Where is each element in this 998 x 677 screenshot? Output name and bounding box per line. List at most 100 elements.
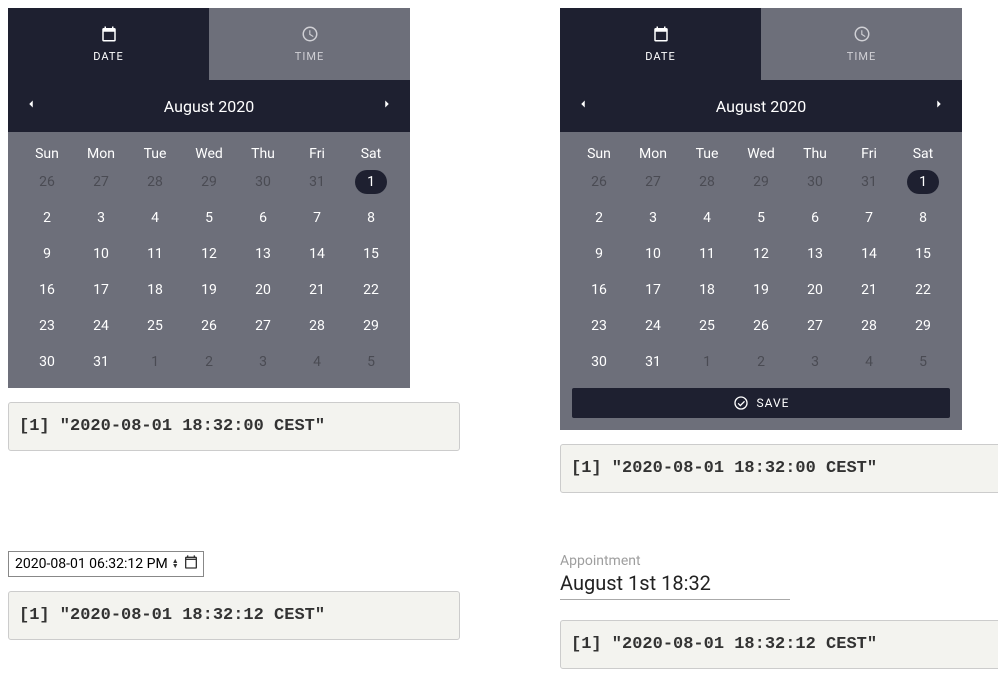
calendar-day[interactable]: 3 <box>74 206 128 230</box>
calendar-day[interactable]: 28 <box>680 170 734 194</box>
calendar-day[interactable]: 11 <box>680 242 734 266</box>
calendar-day[interactable]: 17 <box>626 278 680 302</box>
calendar-day[interactable]: 3 <box>788 350 842 374</box>
appointment-input[interactable]: August 1st 18:32 <box>560 571 790 600</box>
calendar-day[interactable]: 1 <box>680 350 734 374</box>
calendar-day[interactable]: 30 <box>572 350 626 374</box>
calendar-day[interactable]: 23 <box>20 314 74 338</box>
calendar-day[interactable]: 25 <box>128 314 182 338</box>
calendar-day[interactable]: 7 <box>290 206 344 230</box>
chevron-right-icon <box>932 97 946 111</box>
calendar-day[interactable]: 12 <box>734 242 788 266</box>
tab-time[interactable]: TIME <box>209 8 410 80</box>
calendar-day[interactable]: 31 <box>290 170 344 194</box>
calendar-day[interactable]: 13 <box>236 242 290 266</box>
spinner-icon[interactable]: ▲▼ <box>172 559 179 569</box>
next-month-button[interactable] <box>380 97 394 115</box>
calendar-day[interactable]: 31 <box>842 170 896 194</box>
calendar-day[interactable]: 28 <box>290 314 344 338</box>
calendar-day[interactable]: 21 <box>842 278 896 302</box>
calendar-day[interactable]: 1 <box>896 170 950 194</box>
calendar-day[interactable]: 23 <box>572 314 626 338</box>
calendar-day[interactable]: 25 <box>680 314 734 338</box>
calendar-day[interactable]: 10 <box>74 242 128 266</box>
calendar-day[interactable]: 29 <box>344 314 398 338</box>
calendar-day[interactable]: 7 <box>842 206 896 230</box>
calendar-day[interactable]: 12 <box>182 242 236 266</box>
calendar-day[interactable]: 9 <box>572 242 626 266</box>
prev-month-button[interactable] <box>24 97 38 115</box>
calendar-day[interactable]: 26 <box>182 314 236 338</box>
calendar-day[interactable]: 18 <box>128 278 182 302</box>
calendar-day[interactable]: 10 <box>626 242 680 266</box>
calendar-day[interactable]: 5 <box>182 206 236 230</box>
calendar-day[interactable]: 27 <box>74 170 128 194</box>
calendar-day[interactable]: 15 <box>896 242 950 266</box>
calendar-day[interactable]: 16 <box>20 278 74 302</box>
calendar-day[interactable]: 11 <box>128 242 182 266</box>
calendar-day[interactable]: 21 <box>290 278 344 302</box>
calendar-day[interactable]: 4 <box>680 206 734 230</box>
calendar-icon <box>652 25 670 46</box>
calendar-day[interactable]: 16 <box>572 278 626 302</box>
calendar-day[interactable]: 9 <box>20 242 74 266</box>
calendar-day[interactable]: 22 <box>344 278 398 302</box>
calendar-day[interactable]: 27 <box>236 314 290 338</box>
calendar-day[interactable]: 5 <box>344 350 398 374</box>
calendar-day[interactable]: 5 <box>734 206 788 230</box>
calendar-day[interactable]: 4 <box>290 350 344 374</box>
calendar-day[interactable]: 24 <box>74 314 128 338</box>
calendar-day[interactable]: 30 <box>20 350 74 374</box>
calendar-day[interactable]: 1 <box>344 170 398 194</box>
calendar-day[interactable]: 29 <box>896 314 950 338</box>
save-button[interactable]: SAVE <box>572 388 950 418</box>
calendar-day[interactable]: 19 <box>734 278 788 302</box>
calendar-day[interactable]: 30 <box>236 170 290 194</box>
calendar-grid: 2627282930311234567891011121314151617181… <box>8 170 410 388</box>
calendar-day[interactable]: 4 <box>842 350 896 374</box>
calendar-icon[interactable] <box>183 554 199 574</box>
calendar-day[interactable]: 6 <box>788 206 842 230</box>
calendar-day[interactable]: 15 <box>344 242 398 266</box>
calendar-day[interactable]: 31 <box>626 350 680 374</box>
calendar-day[interactable]: 26 <box>20 170 74 194</box>
calendar-day[interactable]: 8 <box>344 206 398 230</box>
calendar-day[interactable]: 2 <box>734 350 788 374</box>
calendar-day[interactable]: 6 <box>236 206 290 230</box>
calendar-day[interactable]: 28 <box>128 170 182 194</box>
calendar-day[interactable]: 3 <box>236 350 290 374</box>
next-month-button[interactable] <box>932 97 946 115</box>
calendar-day[interactable]: 13 <box>788 242 842 266</box>
calendar-day[interactable]: 27 <box>788 314 842 338</box>
calendar-day[interactable]: 4 <box>128 206 182 230</box>
calendar-day[interactable]: 28 <box>842 314 896 338</box>
calendar-day[interactable]: 14 <box>290 242 344 266</box>
calendar-day[interactable]: 2 <box>572 206 626 230</box>
calendar-day[interactable]: 14 <box>842 242 896 266</box>
tab-time[interactable]: TIME <box>761 8 962 80</box>
calendar-day[interactable]: 29 <box>182 170 236 194</box>
calendar-day[interactable]: 24 <box>626 314 680 338</box>
calendar-day[interactable]: 29 <box>734 170 788 194</box>
calendar-day[interactable]: 2 <box>182 350 236 374</box>
calendar-day[interactable]: 2 <box>20 206 74 230</box>
calendar-day[interactable]: 26 <box>572 170 626 194</box>
calendar-day[interactable]: 31 <box>74 350 128 374</box>
calendar-day[interactable]: 3 <box>626 206 680 230</box>
calendar-day[interactable]: 30 <box>788 170 842 194</box>
calendar-day[interactable]: 5 <box>896 350 950 374</box>
calendar-day[interactable]: 22 <box>896 278 950 302</box>
calendar-day[interactable]: 27 <box>626 170 680 194</box>
calendar-day[interactable]: 18 <box>680 278 734 302</box>
tab-date[interactable]: DATE <box>8 8 209 80</box>
tab-date[interactable]: DATE <box>560 8 761 80</box>
calendar-day[interactable]: 19 <box>182 278 236 302</box>
prev-month-button[interactable] <box>576 97 590 115</box>
calendar-day[interactable]: 8 <box>896 206 950 230</box>
calendar-day[interactable]: 17 <box>74 278 128 302</box>
calendar-day[interactable]: 1 <box>128 350 182 374</box>
calendar-day[interactable]: 20 <box>788 278 842 302</box>
calendar-day[interactable]: 20 <box>236 278 290 302</box>
calendar-day[interactable]: 26 <box>734 314 788 338</box>
native-datetime-input[interactable]: 2020-08-01 06:32:12 PM ▲▼ <box>8 551 204 577</box>
